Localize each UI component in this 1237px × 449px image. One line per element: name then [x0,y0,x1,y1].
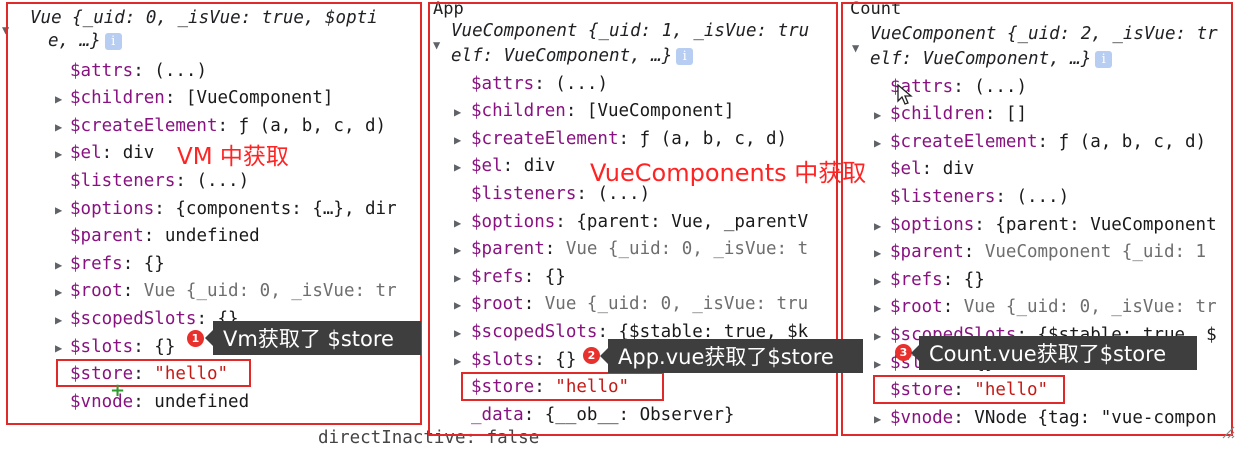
red-box-panel-count [841,2,1233,436]
mouse-cursor-icon [897,84,913,105]
step-badge-2: 2 [583,347,600,364]
tooltip-count-store: Count.vue获取了$store [911,336,1197,370]
vue-components-label: VueComponents 中获取 [590,159,867,187]
step-badge-3: 3 [895,344,912,361]
tooltip-app-store: App.vue获取了$store [600,339,863,373]
store-highlight-app [461,372,664,401]
vm-label: VM 中获取 [177,144,289,170]
tooltip-vm-store: Vm获取了 $store [205,321,421,355]
plus-icon: + [110,380,126,401]
step-badge-1: 1 [187,330,204,347]
store-highlight-vm [56,359,251,387]
resize-corner-icon[interactable] [1221,425,1235,439]
store-highlight-count [873,375,1065,404]
